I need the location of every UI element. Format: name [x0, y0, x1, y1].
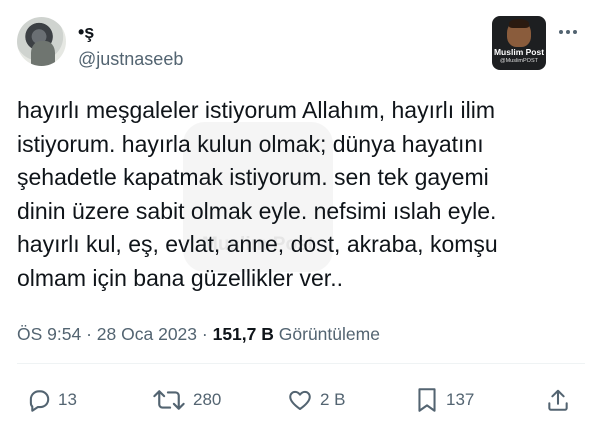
like-count: 2 B	[320, 390, 346, 409]
divider	[17, 363, 585, 364]
view-label: Görüntüleme	[278, 324, 380, 344]
tweet-meta: ÖS 9:54 · 28 Oca 2023 · 151,7 B Görüntül…	[17, 322, 380, 346]
retweet-icon	[153, 390, 185, 410]
tweet-text: hayırlı meşgaleler istiyorum Allahım, ha…	[17, 97, 498, 291]
bookmark-count: 137	[446, 390, 475, 409]
brand-logo-handle: @MuslimPOST	[500, 58, 538, 64]
avatar[interactable]	[17, 17, 66, 66]
reply-button[interactable]: 13	[26, 386, 77, 414]
author-display-name[interactable]: •ş	[78, 21, 94, 43]
reply-icon	[29, 390, 50, 412]
bookmark-icon	[418, 388, 436, 412]
author-handle[interactable]: @justnaseeb	[78, 48, 183, 70]
tweet-time[interactable]: ÖS 9:54	[17, 324, 81, 344]
retweet-count: 280	[193, 390, 222, 409]
tweet-date[interactable]: 28 Oca 2023	[97, 324, 197, 344]
bookmark-button[interactable]: 137	[414, 386, 474, 414]
meta-separator: ·	[86, 324, 92, 344]
like-button[interactable]: 2 B	[286, 386, 346, 414]
like-icon	[289, 390, 311, 411]
brand-logo: Muslim Post @MuslimPOST	[492, 16, 546, 70]
reply-count: 13	[58, 390, 77, 409]
meta-separator: ·	[201, 324, 208, 344]
tweet-card: •ş @justnaseeb Muslim Post @MuslimPOST M…	[0, 0, 602, 427]
retweet-button[interactable]: 280	[151, 386, 221, 414]
brand-logo-portrait	[507, 19, 531, 47]
brand-logo-name: Muslim Post	[493, 47, 545, 57]
view-count: 151,7 B	[212, 324, 274, 344]
share-icon	[548, 389, 568, 411]
more-options-icon[interactable]	[556, 22, 580, 42]
share-button[interactable]	[545, 386, 571, 414]
